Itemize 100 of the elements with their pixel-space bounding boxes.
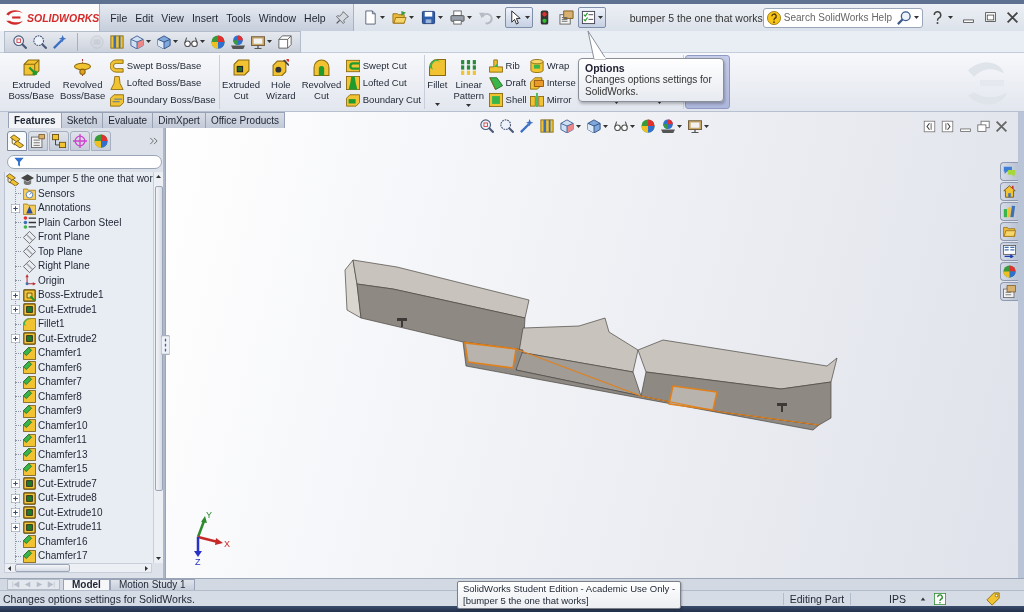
caret-icon[interactable]: [920, 595, 926, 602]
expand-icon[interactable]: [11, 493, 20, 503]
ribbon-button[interactable]: Interse: [529, 75, 576, 90]
ribbon-button[interactable]: Hole Wizard: [264, 55, 298, 109]
expand-icon[interactable]: [11, 522, 20, 532]
ribbon-button[interactable]: Mirror: [529, 92, 576, 107]
close-icon[interactable]: [1005, 11, 1019, 24]
maximize-icon[interactable]: [983, 11, 997, 24]
expand-icon[interactable]: [11, 334, 20, 344]
tree-item[interactable]: Chamfer13: [38, 448, 88, 461]
task-pane-tab[interactable]: [1000, 262, 1018, 281]
ribbon-button[interactable]: Rib: [488, 58, 527, 73]
tile-right-icon[interactable]: [941, 119, 954, 133]
tree-item[interactable]: Top Plane: [38, 245, 83, 258]
close-icon[interactable]: [995, 119, 1008, 133]
menu-item[interactable]: Insert: [187, 7, 223, 28]
section-view-button[interactable]: [538, 118, 556, 134]
ribbon-button[interactable]: Draft: [488, 75, 527, 90]
menu-item[interactable]: View: [157, 7, 188, 28]
task-pane-tab[interactable]: [1000, 242, 1018, 261]
tree-item[interactable]: Chamfer1: [38, 347, 82, 360]
ribbon-button[interactable]: Swept Cut: [345, 58, 421, 73]
expand-icon[interactable]: [11, 203, 20, 213]
tree-item[interactable]: Cut-Extrude1: [38, 303, 97, 316]
tree-item[interactable]: Cut-Extrude11: [38, 521, 102, 534]
ribbon-button[interactable]: Swept Boss/Base: [109, 58, 216, 73]
zoom-area-button[interactable]: [498, 118, 516, 134]
expand-icon[interactable]: [11, 305, 20, 315]
tree-item[interactable]: Boss-Extrude1: [38, 289, 104, 302]
units-label[interactable]: IPS: [889, 592, 906, 605]
tree-item[interactable]: Chamfer11: [38, 434, 87, 447]
command-tab[interactable]: Office Products: [204, 112, 286, 128]
menu-item[interactable]: File: [106, 7, 132, 28]
ribbon-button[interactable]: Linear Pattern: [451, 55, 486, 109]
ribbon-button[interactable]: Lofted Boss/Base: [109, 75, 216, 90]
tree-item[interactable]: Front Plane: [38, 231, 90, 244]
ribbon-button[interactable]: Revolved Boss/Base: [58, 55, 107, 109]
cube-button[interactable]: [128, 32, 153, 51]
task-pane-tab[interactable]: [1000, 202, 1018, 221]
tree-item[interactable]: Cut-Extrude2: [38, 332, 97, 345]
tree-item[interactable]: Chamfer8: [38, 390, 82, 403]
command-tab[interactable]: DimXpert: [152, 112, 206, 128]
ribbon-button[interactable]: Boundary Boss/Base: [109, 92, 216, 107]
previous-view-button[interactable]: [51, 32, 69, 51]
tree-item[interactable]: Plain Carbon Steel: [38, 216, 122, 229]
tree-item[interactable]: Cut-Extrude8: [38, 492, 97, 505]
tree-item[interactable]: Chamfer9: [38, 405, 82, 418]
panel-tab[interactable]: [28, 131, 48, 151]
scroll-down-icon[interactable]: [156, 557, 161, 560]
tree-item[interactable]: Chamfer7: [38, 376, 82, 389]
ribbon-button[interactable]: Shell: [488, 92, 527, 107]
checklist-button[interactable]: [577, 7, 606, 28]
panel-tab[interactable]: [49, 131, 69, 151]
menu-item[interactable]: Edit: [131, 7, 158, 28]
tree-item[interactable]: Right Plane: [38, 260, 90, 273]
zoom-area-button[interactable]: [31, 32, 49, 51]
ribbon-button[interactable]: Extruded Cut: [220, 55, 262, 109]
menu-item[interactable]: Tools: [222, 7, 255, 28]
tree-item[interactable]: Cut-Extrude7: [38, 477, 97, 490]
cube-button[interactable]: [558, 118, 583, 134]
tree-item[interactable]: Chamfer6: [38, 361, 82, 374]
tree-item[interactable]: Cut-Extrude10: [38, 506, 103, 519]
previous-view-button[interactable]: [518, 118, 536, 134]
tree-item[interactable]: Chamfer15: [38, 463, 88, 476]
zoom-to-fit-button[interactable]: [11, 32, 29, 51]
ribbon-button[interactable]: Revolved Cut: [300, 55, 343, 109]
ribbon-button[interactable]: Extruded Boss/Base: [7, 55, 56, 109]
tree-item[interactable]: Fillet1: [38, 318, 65, 331]
scene-button[interactable]: [659, 118, 684, 134]
section-view-button[interactable]: [108, 32, 126, 51]
horizontal-scrollbar[interactable]: [4, 563, 152, 573]
panel-tab[interactable]: [70, 131, 90, 151]
tree-item[interactable]: Chamfer16: [38, 535, 88, 548]
task-pane-tab[interactable]: [1000, 182, 1018, 201]
restore-icon[interactable]: [977, 119, 990, 133]
expand-icon[interactable]: [11, 290, 20, 300]
expand-icon[interactable]: [11, 479, 20, 489]
tag-icon[interactable]: [986, 591, 1000, 606]
tile-left-icon[interactable]: [923, 119, 936, 133]
panel-tab[interactable]: [91, 131, 111, 151]
ribbon-button[interactable]: Wrap: [529, 58, 576, 73]
splitter-grip-icon[interactable]: [161, 335, 170, 355]
command-tab[interactable]: Sketch: [60, 112, 104, 128]
tree-item[interactable]: Chamfer10: [38, 419, 88, 432]
panel-tab[interactable]: [7, 131, 27, 151]
caret-icon[interactable]: [947, 16, 953, 19]
tree-item[interactable]: bumper 5 the one that wor: [36, 173, 153, 186]
tree-item[interactable]: Annotations: [38, 202, 91, 215]
scroll-thumb[interactable]: [15, 564, 70, 572]
tree-item[interactable]: Chamfer17: [38, 550, 88, 563]
zoom-to-fit-button[interactable]: [478, 118, 496, 134]
scroll-thumb[interactable]: [154, 186, 163, 491]
help-box-icon[interactable]: [934, 592, 946, 605]
more-tabs-icon[interactable]: [149, 136, 159, 146]
tree-item[interactable]: Sensors: [38, 187, 75, 200]
ribbon-button[interactable]: Lofted Cut: [345, 75, 421, 90]
ribbon-button[interactable]: Boundary Cut: [345, 92, 421, 107]
monitor-button[interactable]: [686, 118, 711, 134]
pushpin-icon[interactable]: [335, 11, 349, 24]
filter-field[interactable]: [7, 155, 162, 169]
